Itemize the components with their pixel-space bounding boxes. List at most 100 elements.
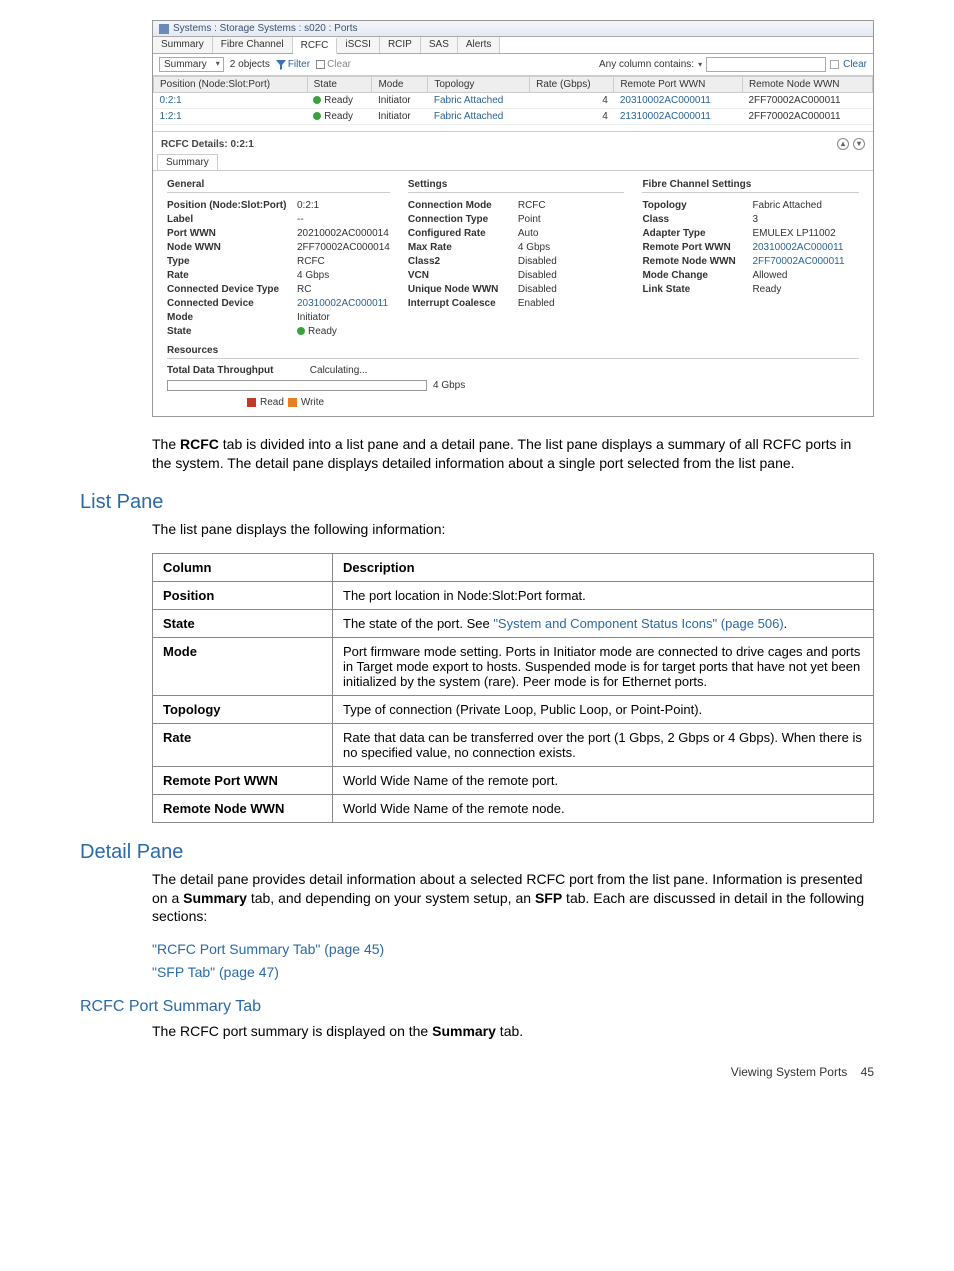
doc-td-col: State [153, 609, 333, 637]
search-input[interactable] [706, 57, 826, 72]
v: 2FF70002AC000011 [752, 255, 844, 269]
link-rcfc-summary[interactable]: "RCFC Port Summary Tab" (page 45) [152, 941, 384, 957]
link-sfp-tab[interactable]: "SFP Tab" (page 47) [152, 964, 279, 980]
detail-pane-paragraph: The detail pane provides detail informat… [152, 870, 874, 927]
k: Max Rate [408, 241, 518, 255]
k: Configured Rate [408, 227, 518, 241]
status-icons-link[interactable]: "System and Component Status Icons" (pag… [493, 616, 783, 631]
status-dot-icon [313, 96, 321, 104]
detail-resources: Resources Total Data Throughput Calculat… [153, 343, 873, 416]
expand-icon[interactable]: ▾ [853, 138, 865, 150]
list-intro: The list pane displays the following inf… [152, 520, 874, 539]
col-remote-node-wwn[interactable]: Remote Node WWN [742, 77, 872, 93]
table-row: Topology Type of connection (Private Loo… [153, 695, 874, 723]
cell-state-text: Ready [324, 111, 353, 122]
footer-title: Viewing System Ports [731, 1065, 848, 1079]
cell-mode: Initiator [372, 109, 428, 125]
v: Fabric Attached [752, 199, 821, 213]
cell-rpw: 21310002AC000011 [614, 109, 743, 125]
col-state[interactable]: State [307, 77, 372, 93]
table-row: Mode Port firmware mode setting. Ports i… [153, 637, 874, 695]
doc-td-col: Rate [153, 723, 333, 766]
k: Type [167, 255, 297, 269]
table-row: Remote Port WWN World Wide Name of the r… [153, 766, 874, 794]
v: 2FF70002AC000014 [297, 241, 390, 255]
clear-label: Clear [327, 59, 351, 70]
desc-suffix: . [784, 616, 788, 631]
v: Allowed [752, 269, 787, 283]
doc-th-desc: Description [333, 553, 874, 581]
subtab-summary[interactable]: Summary [157, 154, 218, 170]
doc-td-desc: Rate that data can be transferred over t… [333, 723, 874, 766]
general-heading: General [167, 179, 390, 193]
view-dropdown[interactable]: Summary [159, 57, 224, 72]
k: Remote Port WWN [642, 241, 752, 255]
v: 4 Gbps [297, 269, 329, 283]
doc-td-desc: The state of the port. See "System and C… [333, 609, 874, 637]
v: -- [297, 213, 304, 227]
any-column-label: Any column contains: [599, 59, 694, 70]
cell-topology: Fabric Attached [428, 93, 530, 109]
v: RC [297, 283, 311, 297]
v: Auto [518, 227, 539, 241]
k: Class2 [408, 255, 518, 269]
detail-columns: General Position (Node:Slot:Port)0:2:1 L… [153, 171, 873, 343]
tab-alerts[interactable]: Alerts [458, 37, 501, 53]
v: 4 Gbps [518, 241, 550, 255]
tab-summary[interactable]: Summary [153, 37, 213, 53]
collapse-icon[interactable]: ▴ [837, 138, 849, 150]
filter-icon [276, 60, 286, 70]
tab-sas[interactable]: SAS [421, 37, 458, 53]
col-mode[interactable]: Mode [372, 77, 428, 93]
printer-icon[interactable] [830, 60, 839, 69]
col-topology[interactable]: Topology [428, 77, 530, 93]
k: Port WWN [167, 227, 297, 241]
col-rate[interactable]: Rate (Gbps) [530, 77, 614, 93]
v: Ready [752, 283, 781, 297]
intro-paragraph: The RCFC tab is divided into a list pane… [152, 435, 874, 473]
clear-right-link[interactable]: Clear [843, 59, 867, 70]
doc-td-desc: The port location in Node:Slot:Port form… [333, 581, 874, 609]
window-title: Systems : Storage Systems : s020 : Ports [173, 23, 358, 34]
doc-td-col: Position [153, 581, 333, 609]
tab-iscsi[interactable]: iSCSI [337, 37, 380, 53]
window-icon [159, 24, 169, 34]
clear-link[interactable]: Clear [316, 59, 351, 70]
col-position[interactable]: Position (Node:Slot:Port) [154, 77, 308, 93]
v: RCFC [518, 199, 546, 213]
detail-subtabs: Summary [153, 154, 873, 171]
legend-read: Read [260, 397, 284, 408]
cell-rnw: 2FF70002AC000011 [742, 93, 872, 109]
status-dot-icon [313, 112, 321, 120]
k: Adapter Type [642, 227, 752, 241]
doc-td-col: Remote Node WWN [153, 794, 333, 822]
detail-title: RCFC Details: 0:2:1 [161, 139, 254, 150]
table-row[interactable]: 0:2:1 Ready Initiator Fabric Attached 4 … [154, 93, 873, 109]
thru-val: Calculating... [310, 365, 368, 376]
v: 3 [752, 213, 758, 227]
status-dot-icon [297, 327, 305, 335]
desc-prefix: The state of the port. See [343, 616, 493, 631]
clear-icon [316, 60, 325, 69]
dropdown-arrow-icon[interactable]: ▾ [698, 60, 702, 69]
doc-td-desc: Type of connection (Private Loop, Public… [333, 695, 874, 723]
cell-state-text: Ready [324, 95, 353, 106]
throughput-bar [167, 380, 427, 391]
fc-heading: Fibre Channel Settings [642, 179, 859, 193]
filter-link[interactable]: Filter [276, 59, 310, 70]
v: Disabled [518, 255, 557, 269]
tab-rcfc[interactable]: RCFC [293, 38, 338, 54]
list-pane-table: Column Description Position The port loc… [152, 553, 874, 823]
tab-rcip[interactable]: RCIP [380, 37, 421, 53]
table-row: Position The port location in Node:Slot:… [153, 581, 874, 609]
app-window: Systems : Storage Systems : s020 : Ports… [152, 20, 874, 417]
table-row[interactable]: 1:2:1 Ready Initiator Fabric Attached 4 … [154, 109, 873, 125]
filter-label: Filter [288, 59, 310, 70]
col-remote-port-wwn[interactable]: Remote Port WWN [614, 77, 743, 93]
doc-td-desc: World Wide Name of the remote port. [333, 766, 874, 794]
settings-heading: Settings [408, 179, 625, 193]
k: Node WWN [167, 241, 297, 255]
cell-state: Ready [307, 109, 372, 125]
tab-fibre-channel[interactable]: Fibre Channel [213, 37, 293, 53]
k: Mode Change [642, 269, 752, 283]
